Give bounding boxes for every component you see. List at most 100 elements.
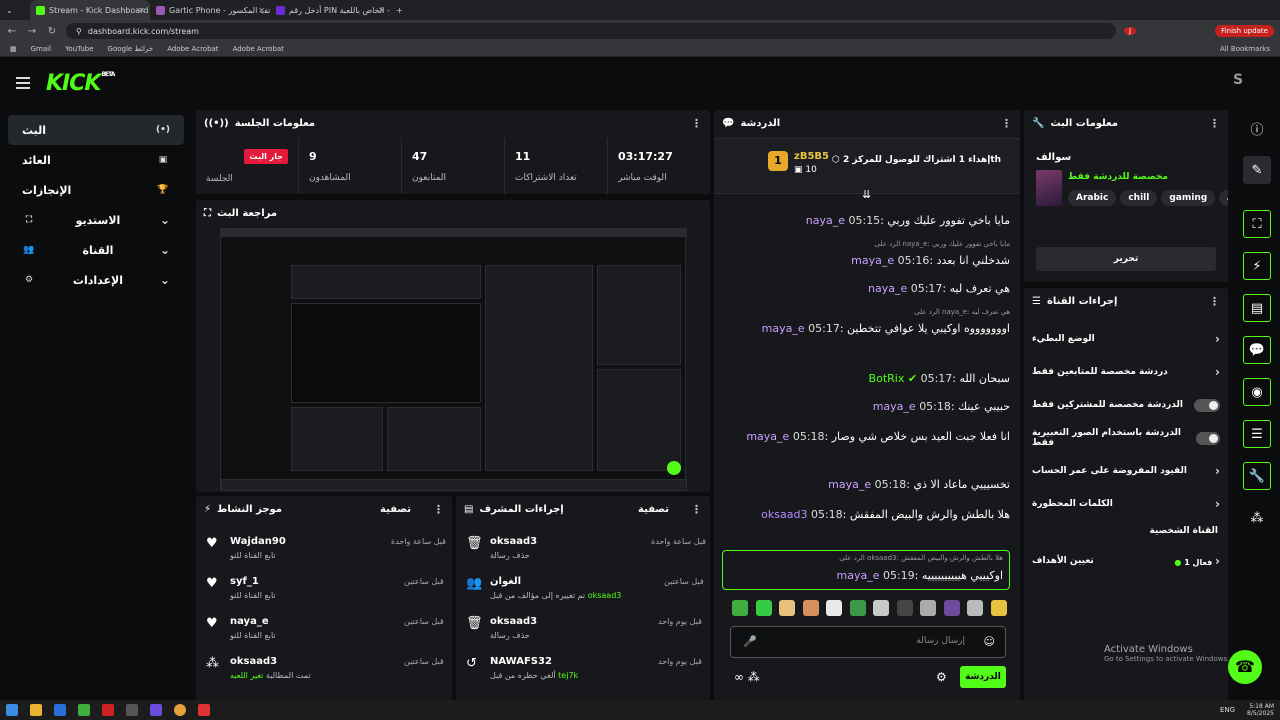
tag[interactable]: AR (1219, 190, 1228, 206)
user-avatar[interactable]: S (1228, 72, 1248, 92)
emoji-icon[interactable]: ☺ (984, 635, 995, 648)
close-icon[interactable]: ✕ (138, 6, 145, 15)
chat-input[interactable]: 🎤 إرسال رسالة ☺ (730, 626, 1006, 658)
file-explorer-icon[interactable] (30, 704, 42, 716)
send-chat-button[interactable]: الدردشة (960, 666, 1006, 688)
tab-menu-icon[interactable]: ⌄ (0, 0, 30, 20)
chat-message[interactable]: مايا باخي تفوور عليك وربي :naya_e 05:15 (728, 214, 1010, 228)
stream-category[interactable]: سوالف (1036, 152, 1071, 163)
action-slow-mode[interactable]: الوضع البطيء › (1024, 324, 1228, 354)
emote-icon[interactable] (779, 600, 795, 616)
stream-preview-video[interactable] (220, 228, 687, 491)
language-indicator[interactable]: ENG (1220, 706, 1235, 714)
all-bookmarks[interactable]: All Bookmarks (1220, 45, 1270, 53)
close-icon[interactable]: ✕ (378, 6, 385, 15)
profile-icon[interactable]: J (1124, 27, 1136, 35)
clock[interactable]: 5:18 AM 8/5/2025 (1247, 703, 1274, 717)
emote-icon[interactable] (755, 600, 772, 616)
chat-message[interactable]: سبحان الله :BotRix ✔ 05:17 (728, 372, 1010, 386)
scroll-down-icon[interactable]: ⇊ (862, 188, 871, 201)
wrench-icon[interactable]: 🔧 (1243, 462, 1271, 490)
action-set-goals[interactable]: تعيين الأهداف ● فعال 1 › (1024, 546, 1228, 576)
sidebar-item-settings[interactable]: ⚙ الإعدادات ⌄ (8, 265, 184, 295)
chat-message[interactable]: هلا بالطش والرش والبيض المفقش :oksaad3 0… (728, 508, 1010, 522)
emote-icon[interactable] (873, 600, 889, 616)
category-thumbnail[interactable] (1036, 170, 1062, 206)
sidebar-item-channel[interactable]: 👥 القناة ⌄ (8, 235, 184, 265)
chat-user[interactable]: BotRix (869, 372, 905, 385)
app-icon[interactable] (102, 704, 114, 716)
app-icon[interactable] (150, 704, 162, 716)
chat-message[interactable]: هي تعرف ليه :naya_e 05:17 (728, 282, 1010, 296)
mod-user[interactable]: NAWAFS32 (490, 656, 552, 667)
pinned-user[interactable]: zB5B5 (794, 151, 829, 162)
document-icon[interactable]: ▤ (1243, 294, 1271, 322)
subscribers-only-toggle[interactable] (1194, 398, 1220, 412)
activity-user[interactable]: syf_1 (230, 576, 259, 587)
app-icon[interactable] (198, 704, 210, 716)
more-options-icon[interactable]: ⋮ (1001, 117, 1012, 130)
chat-message[interactable]: اوووووووه اوكيبي يلا عوافي تتخطين :maya_… (728, 322, 1010, 336)
bookmark-gmail[interactable]: Gmail (31, 45, 51, 53)
chat-message[interactable]: شدخلني انا بعدد :maya_e 05:16 (728, 254, 1010, 268)
bookmark-acrobat-2[interactable]: Adobe Acrobat (233, 45, 284, 53)
more-options-icon[interactable]: ⋮ (1209, 117, 1220, 130)
sidebar-item-achievements[interactable]: الإنجازات 🏆 (8, 175, 184, 205)
emote-icon[interactable] (849, 600, 866, 616)
chat-user[interactable]: maya_e (828, 478, 871, 491)
broadcast-icon[interactable]: ◉ (1243, 378, 1271, 406)
windows-start-icon[interactable] (6, 704, 18, 716)
action-subscribers-only[interactable]: الدردشة مخصصة للمشتركين فقط (1024, 390, 1228, 420)
chat-user[interactable]: naya_e (806, 214, 845, 227)
kick-logo[interactable]: KICKBETA (46, 71, 115, 96)
action-account-age[interactable]: القيود المفروضة على عمر الحساب › (1024, 456, 1228, 486)
activity-user[interactable]: naya_e (230, 616, 269, 627)
apps-icon[interactable]: ▦ (10, 45, 17, 53)
close-icon[interactable]: ✕ (258, 6, 265, 15)
info-icon[interactable]: ⓘ (1243, 114, 1271, 142)
new-tab-button[interactable]: + (390, 0, 410, 20)
emote-icon[interactable] (826, 600, 842, 616)
app-icon[interactable] (126, 704, 138, 716)
filter-button[interactable]: تصفية (638, 504, 669, 515)
tag[interactable]: Arabic (1068, 190, 1117, 206)
emote-icon[interactable] (967, 600, 983, 616)
chat-message[interactable]: انا فعلا جبت العيد بس خلاص شي وصار :maya… (728, 430, 1010, 444)
microphone-icon[interactable]: 🎤 (743, 635, 757, 648)
activity-user[interactable]: Wajdan90 (230, 536, 286, 547)
mod-user[interactable]: oksaad3 (490, 536, 537, 547)
highlighted-message[interactable]: الرد على oksaad3: هلا بالطش والرش والبيض… (722, 550, 1010, 590)
action-banned-words[interactable]: الكلمات المحظورة › (1024, 489, 1228, 519)
back-icon[interactable]: ← (6, 26, 18, 37)
activity-user[interactable]: oksaad3 (230, 656, 277, 667)
url-field[interactable]: ⚲ dashboard.kick.com/stream (66, 23, 1116, 39)
reload-icon[interactable]: ↻ (46, 26, 58, 37)
chat-user[interactable]: naya_e (868, 282, 907, 295)
more-options-icon[interactable]: ⋮ (1209, 295, 1220, 308)
app-icon[interactable] (54, 704, 66, 716)
channel-points-icon[interactable]: ∞ ⁂ (734, 670, 760, 684)
chat-user[interactable]: maya_e (746, 430, 789, 443)
filter-button[interactable]: تصفية (380, 504, 411, 515)
chat-user[interactable]: maya_e (836, 569, 879, 582)
chat-message[interactable]: تخسيييي ماعاد الا ذي :maya_e 05:18 (728, 478, 1010, 492)
gear-icon[interactable]: ⚙ (936, 670, 947, 684)
emote-icon[interactable] (896, 600, 913, 616)
pencil-icon[interactable]: ✎ (1243, 156, 1271, 184)
chat-user[interactable]: maya_e (873, 400, 916, 413)
mod-user[interactable]: oksaad3 (490, 616, 537, 627)
chat-bubble-icon[interactable]: 💬 (1243, 336, 1271, 364)
action-followers-only[interactable]: دردشة مخصصة للمتابعين فقط › (1024, 357, 1228, 387)
sliders-icon[interactable]: ☰ (1243, 420, 1271, 448)
sidebar-item-stream[interactable]: البث (•) (8, 115, 184, 145)
lightning-icon[interactable]: ⚡ (1243, 252, 1271, 280)
xbox-icon[interactable] (78, 704, 90, 716)
site-info-icon[interactable]: ⚲ (76, 27, 82, 36)
bookmark-youtube[interactable]: YouTube (65, 45, 93, 53)
help-chat-icon[interactable]: ☎ (1228, 650, 1262, 684)
action-emote-only[interactable]: الدردشة باستخدام الصور التعبيرية فقط (1024, 423, 1228, 453)
emote-icon[interactable] (732, 600, 748, 616)
hamburger-menu-icon[interactable] (16, 77, 30, 89)
chat-user[interactable]: oksaad3 (761, 508, 807, 521)
chat-message[interactable]: حبيبي عينك :maya_e 05:18 (728, 400, 1010, 414)
